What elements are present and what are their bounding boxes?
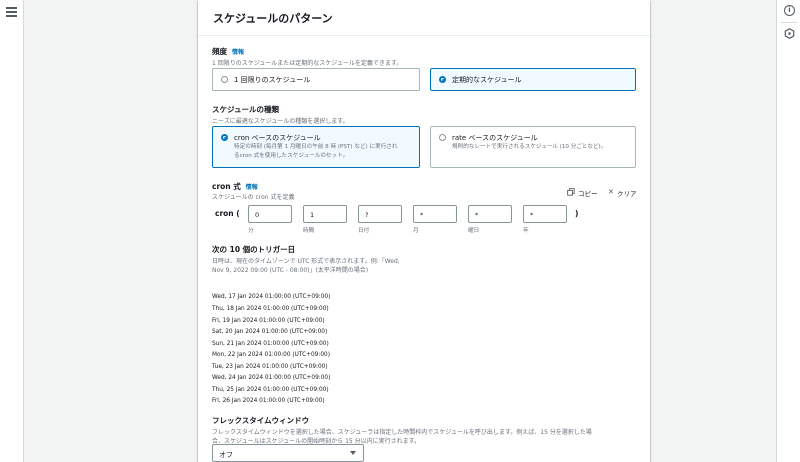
cron-expression-label: cron 式情報: [212, 181, 258, 192]
cron-option-label: cron ベースのスケジュール: [234, 134, 321, 142]
cron-year-input[interactable]: *: [523, 205, 567, 223]
cron-day-of-month-unit: 日付: [358, 228, 370, 234]
cron-day-of-week-unit: 曜日: [468, 228, 480, 234]
cron-minute-input[interactable]: 0: [248, 205, 292, 223]
trigger-date: Fri, 26 Jan 2024 01:00:00 (UTC+09:00): [212, 398, 325, 404]
clear-button[interactable]: クリア: [617, 188, 637, 198]
cron-month-unit: 月: [413, 228, 419, 234]
flex-window-value: オフ: [219, 451, 233, 459]
trigger-date: Tue, 23 Jan 2024 01:00:00 (UTC+09:00): [212, 364, 328, 370]
frequency-option-recurring[interactable]: 定期的なスケジュール: [430, 68, 636, 91]
frequency-option-one-time[interactable]: 1 回限りのスケジュール: [212, 68, 420, 91]
cron-year-unit: 年: [523, 228, 529, 234]
panel-title: スケジュールのパターン: [213, 12, 333, 25]
menu-icon[interactable]: [6, 7, 17, 17]
trigger-date: Sun, 21 Jan 2024 01:00:00 (UTC+09:00): [212, 341, 329, 347]
copy-button[interactable]: コピー: [578, 188, 598, 198]
radio-one-time[interactable]: [221, 76, 228, 83]
cron-minute-unit: 分: [248, 228, 254, 234]
cron-expression-description: スケジュールの cron 式を定義: [212, 194, 295, 201]
schedule-type-description: ニーズに最適なスケジュールの種類を選択します。: [212, 118, 349, 125]
trigger-dates-heading: 次の 10 個のトリガー日: [212, 245, 296, 254]
trigger-date: Mon, 22 Jan 2024 01:00:00 (UTC+09:00): [212, 352, 330, 358]
cron-prefix: cron (: [215, 209, 240, 218]
rail-divider: [781, 22, 797, 23]
cron-month-input[interactable]: *: [413, 205, 457, 223]
trigger-date: Fri, 19 Jan 2024 01:00:00 (UTC+09:00): [212, 318, 325, 324]
schedule-type-cron[interactable]: cron ベースのスケジュール 特定の時刻 (毎月第 1 月曜日の午前 8 時 …: [212, 126, 420, 168]
rate-option-description: 規則的なレートで実行されるスケジュール (10 分ごとなど)。: [452, 144, 607, 150]
rate-option-label: rate ベースのスケジュール: [452, 134, 538, 142]
right-tools-rail: i: [776, 0, 800, 462]
recurring-label: 定期的なスケジュール: [452, 76, 522, 84]
frequency-description: 1 回限りのスケジュールまたは定期的なスケジュールを定義できます。: [212, 60, 403, 67]
cron-label-text: cron 式: [212, 182, 241, 191]
left-navigation-rail: [0, 0, 24, 462]
one-time-label: 1 回限りのスケジュール: [234, 76, 311, 84]
cron-info-link[interactable]: 情報: [246, 184, 258, 191]
cron-day-of-month-input[interactable]: ?: [358, 205, 402, 223]
radio-recurring[interactable]: [439, 76, 446, 83]
trigger-note-line1: 日時は、現在のタイムゾーンで UTC 形式で表示されます。例:「Wed,: [212, 258, 400, 265]
trigger-date: Thu, 25 Jan 2024 01:00:00 (UTC+09:00): [212, 387, 329, 393]
copy-icon[interactable]: [567, 188, 575, 196]
close-icon[interactable]: ✕: [608, 188, 614, 196]
flex-window-label: フレックスタイムウィンドウ: [212, 416, 310, 425]
radio-rate[interactable]: [439, 134, 446, 141]
panel-header: スケジュールのパターン: [198, 0, 650, 36]
flex-window-select[interactable]: オフ: [212, 444, 364, 462]
cron-day-of-week-input[interactable]: *: [468, 205, 512, 223]
trigger-date: Wed, 24 Jan 2024 01:00:00 (UTC+09:00): [212, 375, 331, 381]
hexagon-icon[interactable]: [784, 28, 795, 39]
caret-down-icon: [350, 451, 356, 455]
frequency-label: 頻度 情報: [212, 46, 244, 57]
schedule-pattern-panel: スケジュールのパターン 頻度 情報 1 回限りのスケジュールまたは定期的なスケジュ…: [198, 0, 650, 462]
radio-cron[interactable]: [221, 134, 228, 141]
trigger-date: Sat, 20 Jan 2024 01:00:00 (UTC+09:00): [212, 329, 328, 335]
trigger-date: Wed, 17 Jan 2024 01:00:00 (UTC+09:00): [212, 294, 331, 300]
info-icon[interactable]: i: [784, 5, 795, 16]
frequency-info-link[interactable]: 情報: [232, 49, 244, 56]
trigger-note-line2: Nov 9, 2022 09:00 (UTC - 08:00)」(太平洋時間の場…: [212, 267, 369, 274]
schedule-type-rate[interactable]: rate ベースのスケジュール 規則的なレートで実行されるスケジュール (10 …: [430, 126, 636, 168]
cron-option-description: 特定の時刻 (毎月第 1 月曜日の午前 8 時 (PST) など) に実行される…: [234, 144, 398, 159]
flex-window-description-line1: フレックスタイムウィンドウを選択した場合、スケジューラは指定した時間枠内でスケジ…: [212, 429, 592, 436]
cron-hour-input[interactable]: 1: [303, 205, 347, 223]
schedule-type-label: スケジュールの種類: [212, 105, 279, 114]
cron-suffix: ): [575, 209, 579, 218]
trigger-date: Thu, 18 Jan 2024 01:00:00 (UTC+09:00): [212, 306, 329, 312]
frequency-label-text: 頻度: [212, 47, 227, 56]
cron-hour-unit: 時間: [303, 228, 315, 234]
